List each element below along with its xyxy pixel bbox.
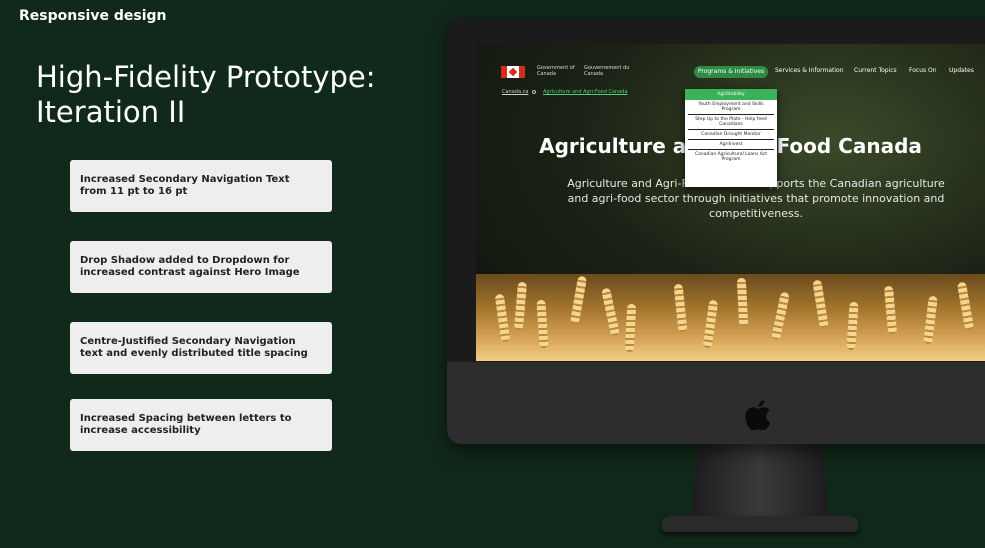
monitor-stand: [690, 444, 830, 526]
note-text: Centre-Justified Secondary Navigation: [80, 336, 296, 347]
breadcrumb-home[interactable]: Canada.ca: [502, 89, 528, 95]
note-text: Increased Spacing between letters to: [80, 413, 292, 424]
dropdown-item[interactable]: Youth Employment and Skills Program: [688, 100, 774, 115]
slide-label: Responsive design: [19, 8, 167, 24]
programs-dropdown: AgriStability Youth Employment and Skill…: [685, 89, 777, 187]
website-screen: Government of Canada Gouvernement du Can…: [476, 44, 985, 361]
monitor-chin: [447, 362, 985, 444]
canada-flag-icon: [501, 66, 525, 78]
dropdown-item[interactable]: Step Up to the Plate - Help feed Canadia…: [688, 115, 774, 130]
gov-name-en: Government of Canada: [537, 65, 575, 77]
dropdown-item[interactable]: Canadian Agricultural Loans Act Program: [688, 150, 774, 164]
nav-topics[interactable]: Current Topics: [854, 67, 897, 74]
note-card: Increased Spacing between letters to incr…: [70, 399, 332, 451]
wheat-field-image: [476, 274, 985, 361]
monitor-base: [662, 516, 858, 532]
dropdown-item[interactable]: AgriInvest: [688, 140, 774, 150]
nav-focus[interactable]: Focus On: [909, 67, 937, 74]
note-text: text and evenly distributed title spacin…: [80, 348, 308, 359]
nav-programs[interactable]: Programs & Initiatives: [694, 66, 768, 78]
note-text: increased contrast against Hero Image: [80, 267, 300, 278]
note-card: Drop Shadow added to Dropdown for increas…: [70, 241, 332, 293]
nav-updates[interactable]: Updates: [949, 67, 974, 74]
apple-logo-icon: [745, 400, 771, 430]
note-text: increase accessibility: [80, 425, 201, 436]
gov-name-fr: Gouvernement du Canada: [584, 65, 630, 77]
dropdown-item[interactable]: Canadian Drought Monitor: [688, 130, 774, 140]
breadcrumb-current[interactable]: Agriculture and Agri-Food Canada: [543, 89, 628, 95]
note-card: Centre-Justified Secondary Navigation tex…: [70, 322, 332, 374]
slide-title: High-Fidelity Prototype: Iteration II: [36, 60, 376, 129]
note-card: Increased Secondary Navigation Text from …: [70, 160, 332, 212]
note-text: Increased Secondary Navigation Text: [80, 174, 290, 185]
note-text: from 11 pt to 16 pt: [80, 186, 188, 197]
dropdown-item[interactable]: AgriStability: [685, 89, 777, 100]
breadcrumb-separator-icon: [532, 90, 536, 94]
nav-services[interactable]: Services & Information: [775, 67, 844, 74]
note-text: Drop Shadow added to Dropdown for: [80, 255, 290, 266]
